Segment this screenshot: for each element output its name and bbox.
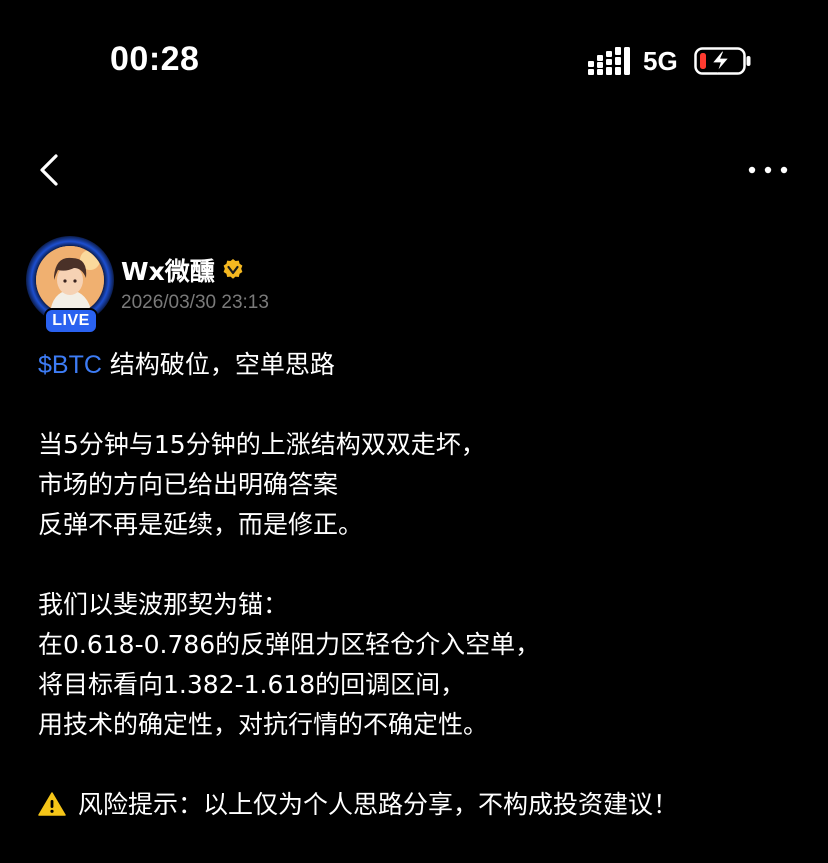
more-dots-icon[interactable] xyxy=(746,162,790,178)
warning-icon xyxy=(38,792,66,816)
post-line: 当5分钟与15分钟的上涨结构双双走坏， xyxy=(38,430,486,459)
author-name[interactable]: Wx微醺 xyxy=(121,252,215,288)
verified-badge-icon xyxy=(223,259,243,279)
status-time: 00:28 xyxy=(110,40,200,78)
author-avatar[interactable]: LIVE xyxy=(26,236,116,336)
risk-note-text: 风险提示：以上仅为个人思路分享，不构成投资建议！ xyxy=(78,790,679,819)
back-chevron-icon[interactable] xyxy=(36,150,66,190)
battery-charging-icon xyxy=(694,47,751,75)
post-line: 反弹不再是延续，而是修正。 xyxy=(38,510,364,539)
post-line: 市场的方向已给出明确答案 xyxy=(38,470,339,499)
live-badge: LIVE xyxy=(44,308,98,334)
network-type: 5G xyxy=(643,46,678,76)
post-title-text: 结构破位，空单思路 xyxy=(101,350,335,379)
post-timestamp: 2026/03/30 23:13 xyxy=(121,292,269,313)
post-detail-screen: 00:28 5G LIVE Wx微醺 2026/03/30 23:13 $BTC… xyxy=(0,0,828,863)
post-title-line: $BTC 结构破位，空单思路 xyxy=(38,345,808,385)
post-line: 用技术的确定性，对抗行情的不确定性。 xyxy=(38,710,489,739)
avatar xyxy=(36,246,104,314)
post-line: 将目标看向1.382-1.618的回调区间， xyxy=(38,670,466,699)
avatar-illustration-icon xyxy=(36,246,104,314)
post-line: 我们以斐波那契为锚： xyxy=(38,590,289,619)
post-line: 在0.618-0.786的反弹阻力区轻仓介入空单， xyxy=(38,630,541,659)
ticker-link[interactable]: $BTC xyxy=(38,351,102,379)
signal-icon xyxy=(588,47,630,75)
risk-note: 风险提示：以上仅为个人思路分享，不构成投资建议！ xyxy=(38,785,808,825)
post-body: $BTC 结构破位，空单思路 当5分钟与15分钟的上涨结构双双走坏， 市场的方向… xyxy=(38,345,808,825)
